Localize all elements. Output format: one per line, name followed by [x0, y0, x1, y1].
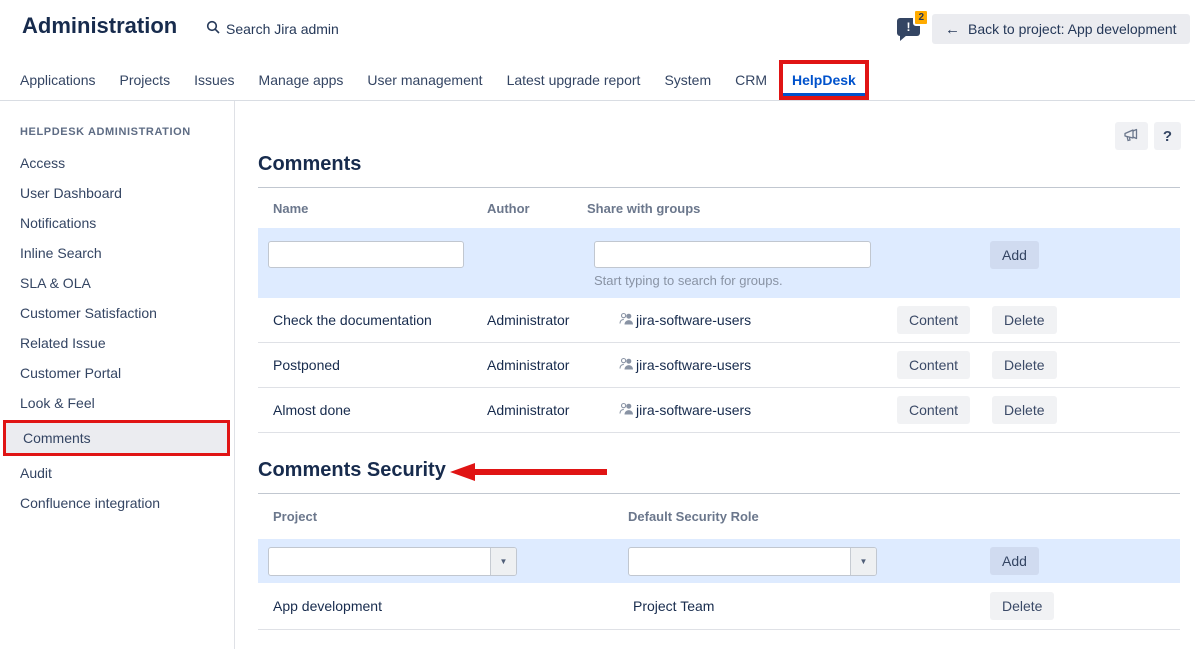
chevron-down-icon: ▼	[490, 548, 516, 575]
group-icon	[619, 357, 634, 373]
admin-search[interactable]: Search Jira admin	[206, 20, 339, 37]
comment-author: Administrator	[487, 312, 587, 328]
tab-helpdesk[interactable]: HelpDesk	[779, 60, 869, 100]
security-row: App development Project Team Delete	[258, 583, 1180, 630]
project-select[interactable]: ▼	[268, 547, 517, 576]
main-content: ? Comments Name Author Share with groups…	[236, 101, 1195, 649]
chevron-down-icon: ▼	[850, 548, 876, 575]
comments-add-row: Start typing to search for groups. Add	[258, 228, 1180, 298]
comment-row: Check the documentation Administrator ji…	[258, 298, 1180, 343]
search-icon	[206, 20, 220, 37]
help-button[interactable]: ?	[1154, 122, 1181, 150]
comments-table-header: Name Author Share with groups	[258, 188, 1180, 228]
sidebar-item-look-feel[interactable]: Look & Feel	[0, 388, 234, 418]
sidebar-item-customer-portal[interactable]: Customer Portal	[0, 358, 234, 388]
notification-icon[interactable]: ! 2	[897, 18, 920, 36]
delete-button[interactable]: Delete	[992, 396, 1056, 424]
comments-section-title: Comments	[258, 153, 1180, 176]
sidebar-item-access[interactable]: Access	[0, 148, 234, 178]
search-label: Search Jira admin	[226, 21, 339, 37]
sidebar-item-customer-satisfaction[interactable]: Customer Satisfaction	[0, 298, 234, 328]
comment-group: jira-software-users	[636, 312, 751, 328]
security-table-header: Project Default Security Role	[258, 494, 1180, 539]
sidebar-item-comments[interactable]: Comments	[3, 420, 230, 456]
megaphone-icon	[1123, 128, 1140, 145]
comment-group: jira-software-users	[636, 402, 751, 418]
back-arrow-icon: ←	[945, 22, 960, 37]
tab-latest-upgrade-report[interactable]: Latest upgrade report	[495, 60, 653, 100]
column-author: Author	[487, 201, 587, 216]
sidebar-item-audit[interactable]: Audit	[0, 458, 234, 488]
comments-security-title: Comments Security	[258, 459, 1180, 482]
content-button[interactable]: Content	[897, 306, 970, 334]
announcement-button[interactable]	[1115, 122, 1148, 150]
comment-name: Check the documentation	[258, 312, 487, 328]
sidebar-item-related-issue[interactable]: Related Issue	[0, 328, 234, 358]
sidebar-item-inline-search[interactable]: Inline Search	[0, 238, 234, 268]
helpdesk-sidebar: HELPDESK ADMINISTRATION Access User Dash…	[0, 101, 235, 649]
comment-groups-input[interactable]	[594, 241, 871, 268]
sidebar-section-title: HELPDESK ADMINISTRATION	[20, 126, 234, 138]
comment-name: Postponed	[258, 357, 487, 373]
sidebar-item-sla-ola[interactable]: SLA & OLA	[0, 268, 234, 298]
jira-admin-page: Administration Search Jira admin ! 2 ← B…	[0, 0, 1195, 649]
security-role-select[interactable]: ▼	[628, 547, 877, 576]
comments-section: Comments Name Author Share with groups S…	[258, 153, 1180, 433]
security-project: App development	[258, 598, 618, 614]
tab-projects[interactable]: Projects	[108, 60, 183, 100]
delete-button[interactable]: Delete	[992, 351, 1056, 379]
back-button-label: Back to project: App development	[968, 21, 1177, 37]
admin-tab-bar: Applications Projects Issues Manage apps…	[0, 60, 1195, 101]
comment-author: Administrator	[487, 402, 587, 418]
comment-name-input[interactable]	[268, 241, 464, 268]
page-title: Administration	[22, 13, 177, 39]
tab-applications[interactable]: Applications	[8, 60, 108, 100]
app-header: Administration Search Jira admin ! 2 ← B…	[0, 0, 1195, 60]
sidebar-item-confluence-integration[interactable]: Confluence integration	[0, 488, 234, 518]
tab-issues[interactable]: Issues	[182, 60, 246, 100]
column-name: Name	[258, 201, 487, 216]
comment-author: Administrator	[487, 357, 587, 373]
security-add-row: ▼ ▼ Add	[258, 539, 1180, 583]
back-to-project-button[interactable]: ← Back to project: App development	[932, 14, 1190, 44]
delete-button[interactable]: Delete	[990, 592, 1054, 620]
column-default-security-role: Default Security Role	[618, 509, 990, 524]
comment-row: Postponed Administrator jira-software-us…	[258, 343, 1180, 388]
notification-exclamation: !	[907, 20, 911, 34]
add-comment-button[interactable]: Add	[990, 241, 1039, 269]
comments-security-section: Comments Security Project Default Securi…	[258, 459, 1180, 630]
comment-group: jira-software-users	[636, 357, 751, 373]
content-button[interactable]: Content	[897, 396, 970, 424]
delete-button[interactable]: Delete	[992, 306, 1056, 334]
project-select-value	[269, 548, 490, 575]
security-role: Project Team	[618, 598, 990, 614]
column-share-with-groups: Share with groups	[587, 201, 897, 216]
comment-row: Almost done Administrator jira-software-…	[258, 388, 1180, 433]
group-icon	[619, 402, 634, 418]
groups-input-hint: Start typing to search for groups.	[594, 273, 897, 288]
tab-user-management[interactable]: User management	[355, 60, 494, 100]
comment-name: Almost done	[258, 402, 487, 418]
column-project: Project	[258, 509, 618, 524]
tab-manage-apps[interactable]: Manage apps	[247, 60, 356, 100]
security-role-select-value	[629, 548, 850, 575]
tab-crm[interactable]: CRM	[723, 60, 779, 100]
tab-system[interactable]: System	[652, 60, 723, 100]
notification-badge: 2	[913, 9, 929, 26]
content-button[interactable]: Content	[897, 351, 970, 379]
sidebar-item-user-dashboard[interactable]: User Dashboard	[0, 178, 234, 208]
sidebar-item-notifications[interactable]: Notifications	[0, 208, 234, 238]
add-security-button[interactable]: Add	[990, 547, 1039, 575]
group-icon	[619, 312, 634, 328]
